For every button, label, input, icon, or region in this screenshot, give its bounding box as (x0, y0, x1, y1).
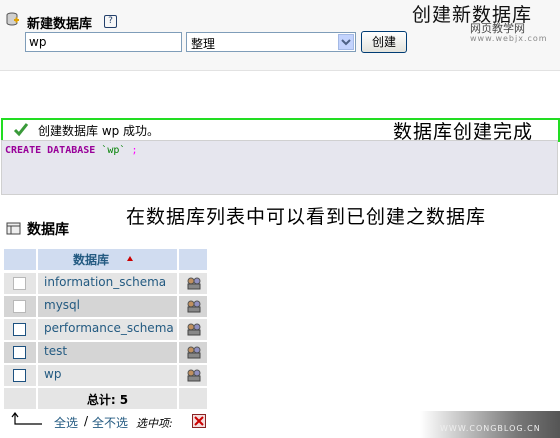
privileges-icon[interactable] (187, 300, 201, 313)
privileges-icon[interactable] (187, 346, 201, 359)
database-link[interactable]: information_schema (44, 275, 166, 289)
row-checkbox[interactable] (13, 323, 26, 336)
table-row: information_schema (4, 273, 207, 294)
table-row: test (4, 342, 207, 363)
with-selected-label: 选中项: (136, 417, 173, 430)
privileges-icon[interactable] (187, 323, 201, 336)
sql-identifier: `wp` (101, 145, 126, 156)
database-column-header[interactable]: 数据库 (73, 251, 109, 268)
database-link[interactable]: mysql (44, 298, 80, 312)
create-button[interactable]: 创建 (361, 31, 407, 53)
header-cell-checkbox (4, 249, 36, 270)
separator: / (84, 414, 89, 428)
uncheck-all-link[interactable]: 全不选 (92, 414, 128, 431)
table-row: performance_schema (4, 319, 207, 340)
watermark-bottom-url: WWW.CONGBLOG.CN (440, 424, 541, 433)
database-name-input[interactable] (25, 32, 182, 52)
help-icon[interactable]: ? (104, 15, 117, 28)
database-list-icon (6, 222, 21, 235)
drop-icon[interactable] (192, 414, 206, 428)
sort-ascending-icon[interactable] (127, 256, 133, 261)
collation-select[interactable]: 整理 (186, 32, 356, 52)
check-icon (13, 123, 29, 137)
total-count: 总计: 5 (86, 393, 129, 407)
database-link[interactable]: performance_schema (44, 321, 174, 335)
chevron-down-icon[interactable] (338, 34, 354, 50)
sql-keyword: CREATE DATABASE (5, 145, 96, 156)
row-checkbox[interactable] (13, 369, 26, 382)
privileges-icon[interactable] (187, 277, 201, 290)
row-checkbox[interactable] (13, 346, 26, 359)
success-message-box: 创建数据库 wp 成功。 数据库创建完成 (1, 118, 560, 143)
create-database-title: 新建数据库 (27, 17, 93, 32)
new-database-icon (6, 12, 19, 26)
table-row: mysql (4, 296, 207, 317)
sql-query-box: CREATE DATABASE `wp` ; (1, 140, 558, 195)
annotation-database-list: 在数据库列表中可以看到已创建之数据库 (126, 206, 487, 228)
privileges-icon[interactable] (187, 369, 201, 382)
databases-title: 数据库 (27, 222, 69, 238)
sql-terminator: ; (131, 145, 138, 156)
header-cell-database[interactable]: 数据库 (38, 249, 177, 270)
database-link[interactable]: test (44, 344, 67, 358)
table-total-row: 总计: 5 (4, 388, 207, 409)
table-header-row: 数据库 (4, 249, 207, 270)
database-link[interactable]: wp (44, 367, 61, 381)
check-all-link[interactable]: 全选 (54, 414, 78, 431)
arrow-up-left-icon (11, 412, 42, 425)
sql-query: CREATE DATABASE `wp` ; (5, 145, 138, 156)
watermark-url: www.webjx.com (470, 34, 548, 43)
header-cell-actions (179, 249, 207, 270)
success-message: 创建数据库 wp 成功。 (38, 124, 160, 138)
collation-selected-value: 整理 (191, 37, 216, 51)
row-checkbox (13, 300, 26, 313)
table-row: wp (4, 365, 207, 386)
row-checkbox (13, 277, 26, 290)
